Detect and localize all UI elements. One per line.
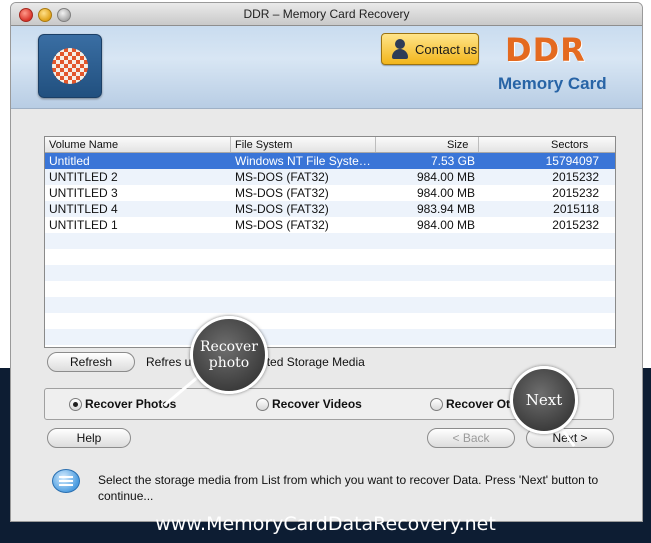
size-cell: 7.53 GB [430, 154, 475, 168]
size-cell: 984.00 MB [416, 170, 475, 184]
table-row[interactable] [45, 329, 615, 345]
file-system-cell: Windows NT File Syste… [235, 154, 371, 168]
footer-url: www.MemoryCardDataRecovery.net [155, 513, 496, 535]
recover-other-label[interactable]: Recover Ot [446, 397, 510, 411]
recover-videos-radio[interactable] [256, 398, 269, 411]
column-header-size[interactable]: Size [447, 138, 468, 152]
app-logo [38, 34, 102, 98]
file-system-cell: MS-DOS (FAT32) [235, 202, 329, 216]
sectors-cell: 2015232 [552, 186, 599, 200]
table-row[interactable] [45, 297, 615, 313]
table-row[interactable]: Untitled Windows NT File Syste… 7.53 GB 157… [45, 153, 615, 169]
info-panel: Select the storage media from List from … [44, 452, 614, 510]
volume-name-cell: UNTITLED 3 [49, 186, 118, 200]
contact-us-button[interactable]: Contact us [381, 33, 479, 65]
chat-bubble-icon [52, 469, 80, 493]
column-header-volume-name[interactable]: Volume Name [49, 138, 118, 152]
table-row[interactable]: UNTITLED 2 MS-DOS (FAT32) 984.00 MB 2015232 [45, 169, 615, 185]
sectors-cell: 2015232 [552, 218, 599, 232]
window-title: DDR – Memory Card Recovery [243, 7, 410, 21]
volume-name-cell: Untitled [49, 154, 90, 168]
header-banner: Contact us DDR Memory Card [11, 26, 642, 109]
recover-videos-label[interactable]: Recover Videos [272, 397, 362, 411]
volume-name-cell: UNTITLED 2 [49, 170, 118, 184]
file-system-cell: MS-DOS (FAT32) [235, 186, 329, 200]
recover-photos-radio[interactable] [69, 398, 82, 411]
next-callout-text: Next [525, 391, 563, 409]
volume-name-cell: UNTITLED 4 [49, 202, 118, 216]
table-row[interactable] [45, 313, 615, 329]
table-row[interactable]: UNTITLED 3 MS-DOS (FAT32) 984.00 MB 2015232 [45, 185, 615, 201]
table-header: Volume Name File System Size Sectors [45, 137, 615, 153]
size-cell: 984.00 MB [416, 186, 475, 200]
next-callout: Next [510, 366, 578, 434]
table-row[interactable]: UNTITLED 1 MS-DOS (FAT32) 984.00 MB 2015232 [45, 217, 615, 233]
refresh-button[interactable]: Refresh [47, 352, 135, 372]
file-system-cell: MS-DOS (FAT32) [235, 218, 329, 232]
info-message: Select the storage media from List from … [98, 473, 599, 503]
contact-us-label: Contact us [415, 41, 478, 57]
table-row[interactable] [45, 265, 615, 281]
sectors-cell: 2015232 [552, 170, 599, 184]
recover-other-radio[interactable] [430, 398, 443, 411]
title-bar: DDR – Memory Card Recovery [11, 3, 642, 26]
person-icon [391, 39, 409, 59]
table-row[interactable]: UNTITLED 4 MS-DOS (FAT32) 983.94 MB 2015118 [45, 201, 615, 217]
table-row[interactable] [45, 233, 615, 249]
column-header-file-system[interactable]: File System [235, 138, 292, 152]
recover-photo-callout-text: Recover photo [200, 339, 258, 371]
volume-table: Volume Name File System Size Sectors Unt… [44, 136, 616, 348]
column-header-sectors[interactable]: Sectors [551, 138, 588, 152]
file-system-cell: MS-DOS (FAT32) [235, 170, 329, 184]
help-button[interactable]: Help [47, 428, 131, 448]
sectors-cell: 2015118 [553, 202, 599, 216]
volume-name-cell: UNTITLED 1 [49, 218, 118, 232]
checkered-globe-icon [52, 48, 88, 84]
size-cell: 983.94 MB [416, 202, 475, 216]
table-row[interactable] [45, 281, 615, 297]
brand-subtitle: Memory Card [498, 74, 607, 93]
table-row[interactable] [45, 249, 615, 265]
size-cell: 984.00 MB [416, 218, 475, 232]
sectors-cell: 15794097 [545, 154, 599, 168]
back-button[interactable]: < Back [427, 428, 515, 448]
brand-name: DDR [505, 31, 586, 69]
recover-photo-callout: Recover photo [190, 316, 268, 394]
